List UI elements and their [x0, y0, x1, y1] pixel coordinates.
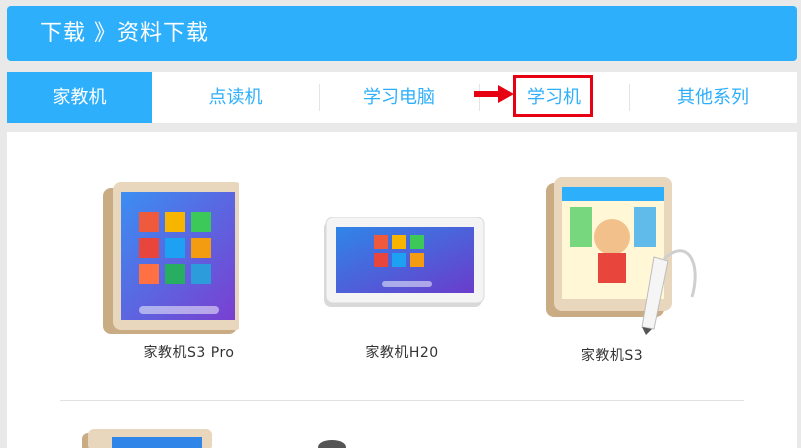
product-name[interactable]: 家教机S3 [512, 345, 712, 365]
product-item[interactable]: 家教机S3 [512, 177, 712, 382]
tab-reading-machine[interactable]: 点读机 [152, 72, 319, 123]
red-arrow-icon [474, 85, 514, 103]
device-image [318, 440, 346, 448]
product-grid: 家教机S3 Pro 家教机H20 家教机S3 [7, 132, 797, 448]
breadcrumb-title: 下载 》资料下载 [40, 21, 209, 46]
tab-tutor-machine[interactable]: 家教机 [7, 72, 152, 123]
tablet-image [324, 217, 485, 307]
highlight-box [513, 75, 593, 117]
product-name[interactable]: 家教机H20 [302, 342, 502, 362]
product-item[interactable]: 家教机H20 [302, 182, 502, 382]
row-divider [60, 400, 744, 401]
category-tabs: 家教机 点读机 学习电脑 学习机 其他系列 [7, 72, 797, 123]
tablet-image [546, 177, 697, 335]
product-name[interactable]: 家教机S3 Pro [89, 342, 289, 362]
product-item[interactable]: 家教机S3 Pro [89, 182, 289, 382]
tablet-image [103, 182, 239, 334]
tablet-image [82, 429, 212, 448]
tab-other-series[interactable]: 其他系列 [629, 72, 797, 123]
tab-learning-computer[interactable]: 学习电脑 [319, 72, 479, 123]
page-header: 下载 》资料下载 [7, 6, 797, 61]
